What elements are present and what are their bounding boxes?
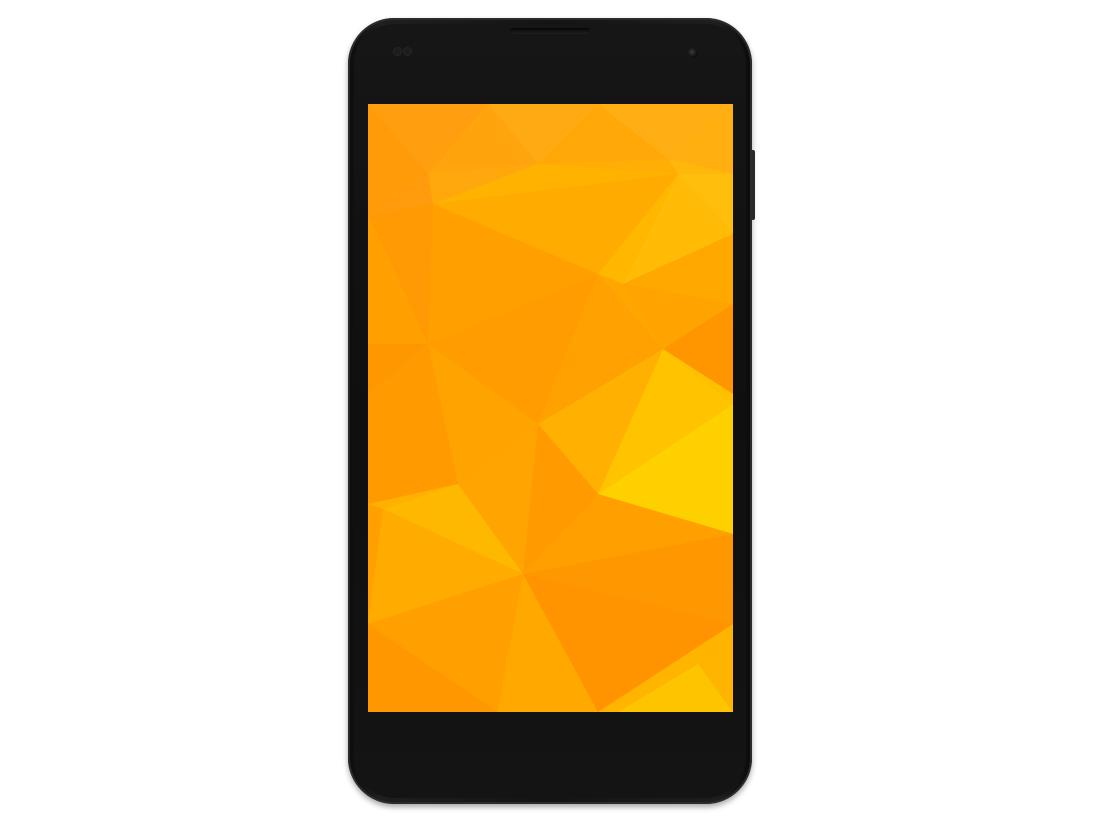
- power-button: [752, 150, 755, 220]
- wallpaper: [368, 104, 733, 712]
- phone-screen: [368, 104, 733, 712]
- product-photo: [0, 0, 1100, 825]
- front-camera-icon: [688, 48, 698, 58]
- light-sensor: [404, 48, 411, 55]
- earpiece-speaker: [510, 28, 590, 34]
- proximity-sensor: [394, 48, 401, 55]
